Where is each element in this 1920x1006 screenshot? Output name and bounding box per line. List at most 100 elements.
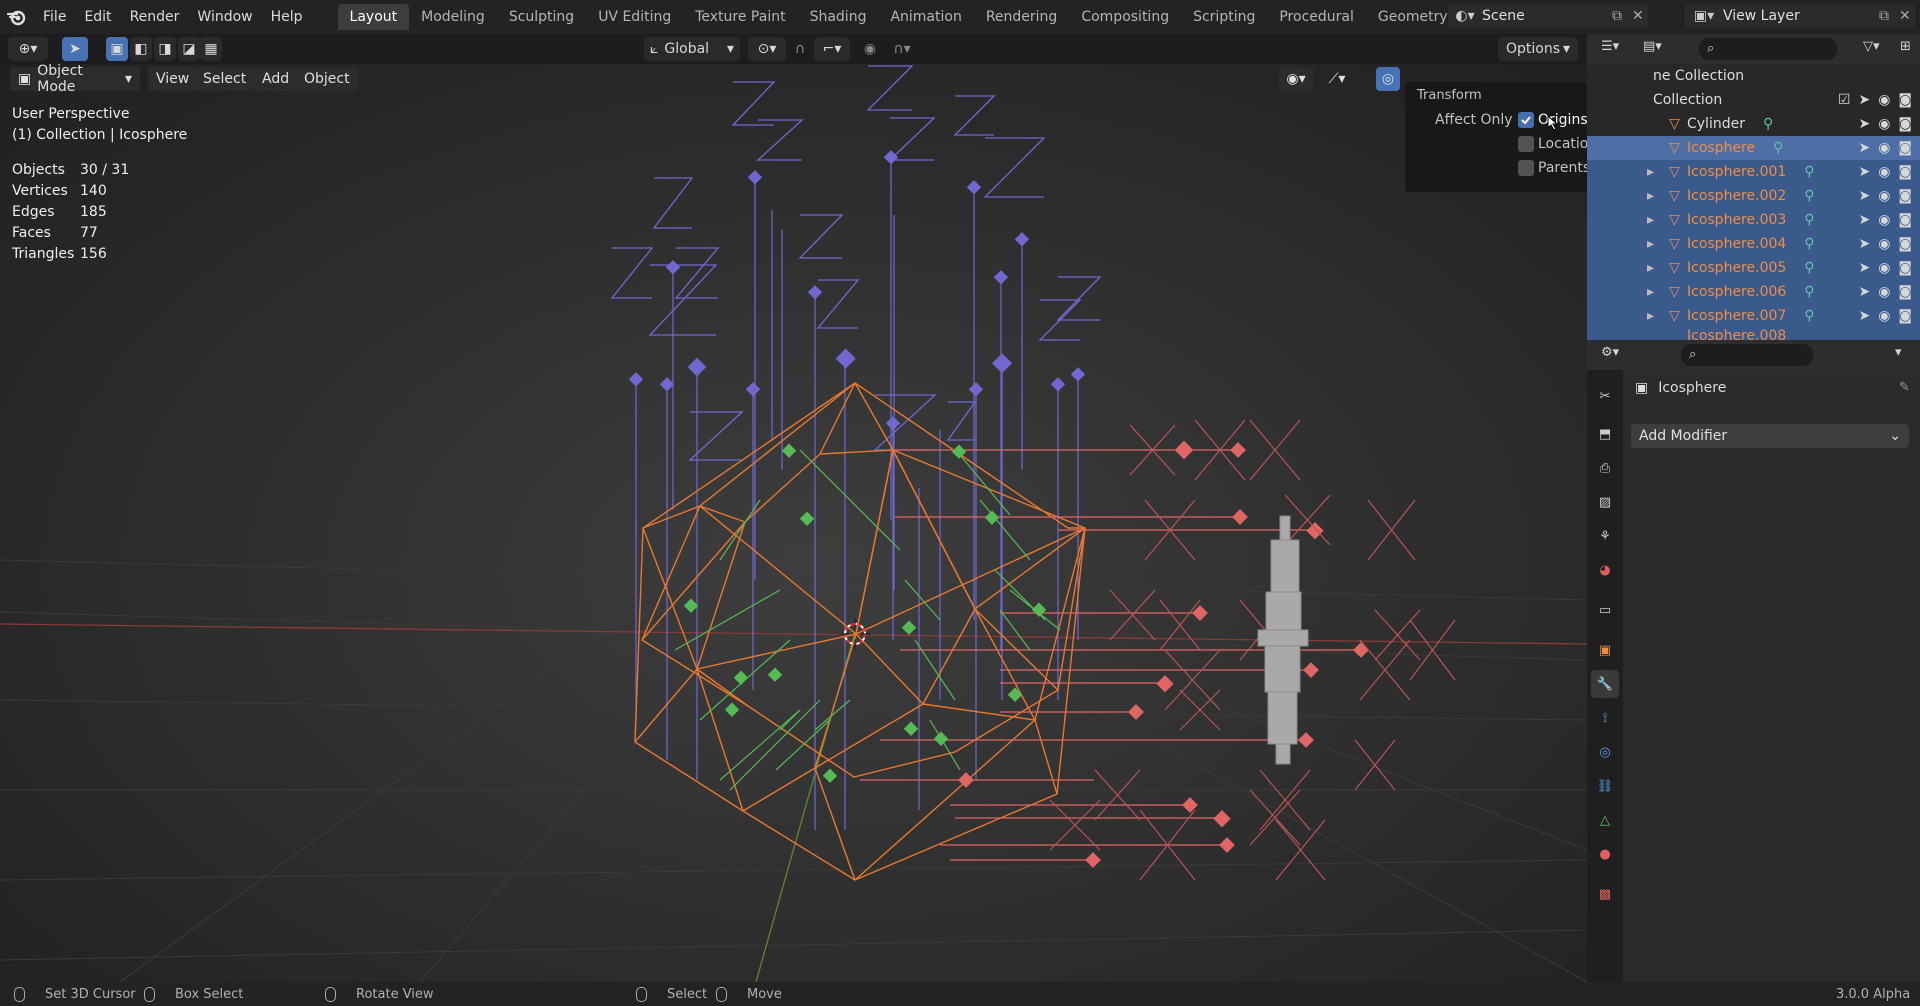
eye-icon[interactable]: ◉ xyxy=(1878,92,1890,108)
outliner-item-icosphere-003[interactable]: ▸ ▽ Icosphere.003 ⚲ ➤ ◉ ◙ xyxy=(1587,208,1920,232)
camera-icon[interactable]: ◙ xyxy=(1898,212,1912,228)
tab-collection[interactable]: ▭ xyxy=(1591,596,1619,624)
tab-world[interactable]: ◕ xyxy=(1591,556,1619,584)
viewport-scene[interactable] xyxy=(0,64,1587,982)
3d-viewport[interactable]: ▣ Object Mode ▾ View Select Add Object ◉… xyxy=(0,64,1587,982)
outliner-item-icosphere[interactable]: ▽ Icosphere ⚲ ➤ ◉ ◙ xyxy=(1587,136,1920,160)
tab-physics[interactable]: ◎ xyxy=(1591,738,1619,766)
tab-texture[interactable]: ▩ xyxy=(1591,880,1619,908)
tab-output[interactable]: ⎙ xyxy=(1591,454,1619,482)
select-arrow-icon[interactable]: ➤ xyxy=(1858,116,1870,132)
delete-scene-icon[interactable]: ✕ xyxy=(1632,8,1648,24)
blender-logo-icon[interactable] xyxy=(0,0,34,34)
tab-modeling[interactable]: Modeling xyxy=(409,4,497,30)
outliner-editor-icon[interactable]: ☰▾ xyxy=(1601,39,1619,54)
expand-arrow-icon[interactable]: ▸ xyxy=(1647,260,1669,276)
eye-icon[interactable]: ◉ xyxy=(1878,212,1890,228)
outliner-search-input[interactable]: ⌕ xyxy=(1699,38,1837,60)
outliner-item-icosphere-006[interactable]: ▸ ▽ Icosphere.006 ⚲ ➤ ◉ ◙ xyxy=(1587,280,1920,304)
expand-arrow-icon[interactable]: ▸ xyxy=(1647,212,1669,228)
pivot-point-dropdown[interactable]: ⊙▾ xyxy=(748,37,786,61)
mode-dropdown[interactable]: ▣ Object Mode ▾ xyxy=(10,64,140,95)
select-mode-extend[interactable]: ◧ xyxy=(130,37,152,61)
tab-animation[interactable]: Animation xyxy=(878,4,973,30)
eye-icon[interactable]: ◉ xyxy=(1878,260,1890,276)
camera-icon[interactable]: ◙ xyxy=(1898,236,1912,252)
camera-icon[interactable]: ◙ xyxy=(1898,188,1912,204)
select-arrow-icon[interactable]: ➤ xyxy=(1858,140,1870,156)
tab-material[interactable]: ● xyxy=(1591,840,1619,868)
select-mode-subtract[interactable]: ◨ xyxy=(154,37,176,61)
camera-icon[interactable]: ◙ xyxy=(1898,284,1912,300)
properties-search-input[interactable]: ⌕ xyxy=(1681,344,1813,366)
cylinder-object[interactable] xyxy=(1257,515,1309,765)
filter-icon[interactable]: ▽▾ xyxy=(1863,39,1880,54)
tab-scripting[interactable]: Scripting xyxy=(1181,4,1267,30)
eye-icon[interactable]: ◉ xyxy=(1878,116,1890,132)
tab-tool[interactable]: ✂ xyxy=(1591,382,1619,410)
scene-selector[interactable]: ◐▾ Scene ⧉ ✕ xyxy=(1448,4,1648,28)
select-arrow-icon[interactable]: ➤ xyxy=(1858,236,1870,252)
new-view-layer-icon[interactable]: ⧉ xyxy=(1879,8,1899,24)
eye-icon[interactable]: ◉ xyxy=(1878,164,1890,180)
pin-icon[interactable]: ✎ xyxy=(1899,380,1910,395)
camera-icon[interactable]: ◙ xyxy=(1898,308,1912,324)
checkbox-icon[interactable]: ☑ xyxy=(1838,92,1851,108)
outliner-collection[interactable]: Collection ☑ ➤ ◉ ◙ xyxy=(1587,88,1920,112)
menu-view[interactable]: View xyxy=(148,67,198,91)
menu-add[interactable]: Add xyxy=(254,67,298,91)
tab-layout[interactable]: Layout xyxy=(337,4,410,30)
snap-target-dropdown[interactable]: ⌐▾ xyxy=(814,37,850,61)
menu-help[interactable]: Help xyxy=(262,4,312,30)
select-arrow-icon[interactable]: ➤ xyxy=(1858,92,1870,108)
tab-sculpting[interactable]: Sculpting xyxy=(497,4,586,30)
outliner-item-icosphere-007[interactable]: ▸ ▽ Icosphere.007 ⚲ ➤ ◉ ◙ xyxy=(1587,304,1920,328)
eye-icon[interactable]: ◉ xyxy=(1878,284,1890,300)
editor-type-button[interactable]: ⊕▾ xyxy=(8,37,48,61)
tab-data[interactable]: △ xyxy=(1591,806,1619,834)
menu-render[interactable]: Render xyxy=(121,4,189,30)
camera-icon[interactable]: ◙ xyxy=(1898,164,1912,180)
new-scene-icon[interactable]: ⧉ xyxy=(1612,8,1632,24)
menu-edit[interactable]: Edit xyxy=(75,4,120,30)
menu-file[interactable]: File xyxy=(34,4,75,30)
tab-compositing[interactable]: Compositing xyxy=(1069,4,1181,30)
outliner-scene-collection[interactable]: ne Collection xyxy=(1587,64,1920,88)
gizmo-dropdown[interactable]: ⟋▾ xyxy=(1320,67,1354,91)
outliner-item-icosphere-005[interactable]: ▸ ▽ Icosphere.005 ⚲ ➤ ◉ ◙ xyxy=(1587,256,1920,280)
add-modifier-dropdown[interactable]: Add Modifier ⌄ xyxy=(1631,424,1909,448)
camera-icon[interactable]: ◙ xyxy=(1898,92,1912,108)
expand-arrow-icon[interactable]: ▸ xyxy=(1647,188,1669,204)
camera-icon[interactable]: ◙ xyxy=(1898,140,1912,156)
tab-texture-paint[interactable]: Texture Paint xyxy=(683,4,797,30)
menu-select[interactable]: Select xyxy=(195,67,255,91)
select-arrow-icon[interactable]: ➤ xyxy=(1858,284,1870,300)
delete-view-layer-icon[interactable]: ✕ xyxy=(1899,8,1915,24)
snap-toggle[interactable]: ∩ xyxy=(788,37,812,61)
falloff-dropdown[interactable]: ∩▾ xyxy=(884,37,920,61)
proportional-edit-toggle[interactable]: ◉ xyxy=(860,37,880,61)
select-mode-new[interactable]: ▣ xyxy=(106,37,128,61)
chevron-down-icon[interactable]: ▾ xyxy=(1895,345,1902,360)
tab-uv-editing[interactable]: UV Editing xyxy=(586,4,683,30)
select-arrow-icon[interactable]: ➤ xyxy=(1858,212,1870,228)
display-mode-icon[interactable]: ▤▾ xyxy=(1643,39,1662,54)
outliner-item-icosphere-002[interactable]: ▸ ▽ Icosphere.002 ⚲ ➤ ◉ ◙ xyxy=(1587,184,1920,208)
tab-particles[interactable]: ⟟ xyxy=(1591,704,1619,732)
eye-icon[interactable]: ◉ xyxy=(1878,140,1890,156)
select-arrow-icon[interactable]: ➤ xyxy=(1858,308,1870,324)
select-mode-invert[interactable]: ◪ xyxy=(178,37,200,61)
outliner-item-icosphere-001[interactable]: ▸ ▽ Icosphere.001 ⚲ ➤ ◉ ◙ xyxy=(1587,160,1920,184)
tab-view-layer[interactable]: ▨ xyxy=(1591,488,1619,516)
select-arrow-icon[interactable]: ➤ xyxy=(1858,188,1870,204)
select-tool-button[interactable]: ➤ xyxy=(62,37,88,61)
tab-procedural[interactable]: Procedural xyxy=(1267,4,1366,30)
camera-icon[interactable]: ◙ xyxy=(1898,116,1912,132)
menu-window[interactable]: Window xyxy=(188,4,261,30)
tab-object[interactable]: ▣ xyxy=(1591,636,1619,664)
outliner-item-icosphere-008[interactable]: Icosphere.008 xyxy=(1587,328,1920,340)
select-mode-intersect[interactable]: ▦ xyxy=(200,37,222,61)
properties-editor-icon[interactable]: ⚙▾ xyxy=(1601,345,1619,360)
visibility-dropdown[interactable]: ◉▾ xyxy=(1278,67,1314,91)
expand-arrow-icon[interactable]: ▸ xyxy=(1647,284,1669,300)
